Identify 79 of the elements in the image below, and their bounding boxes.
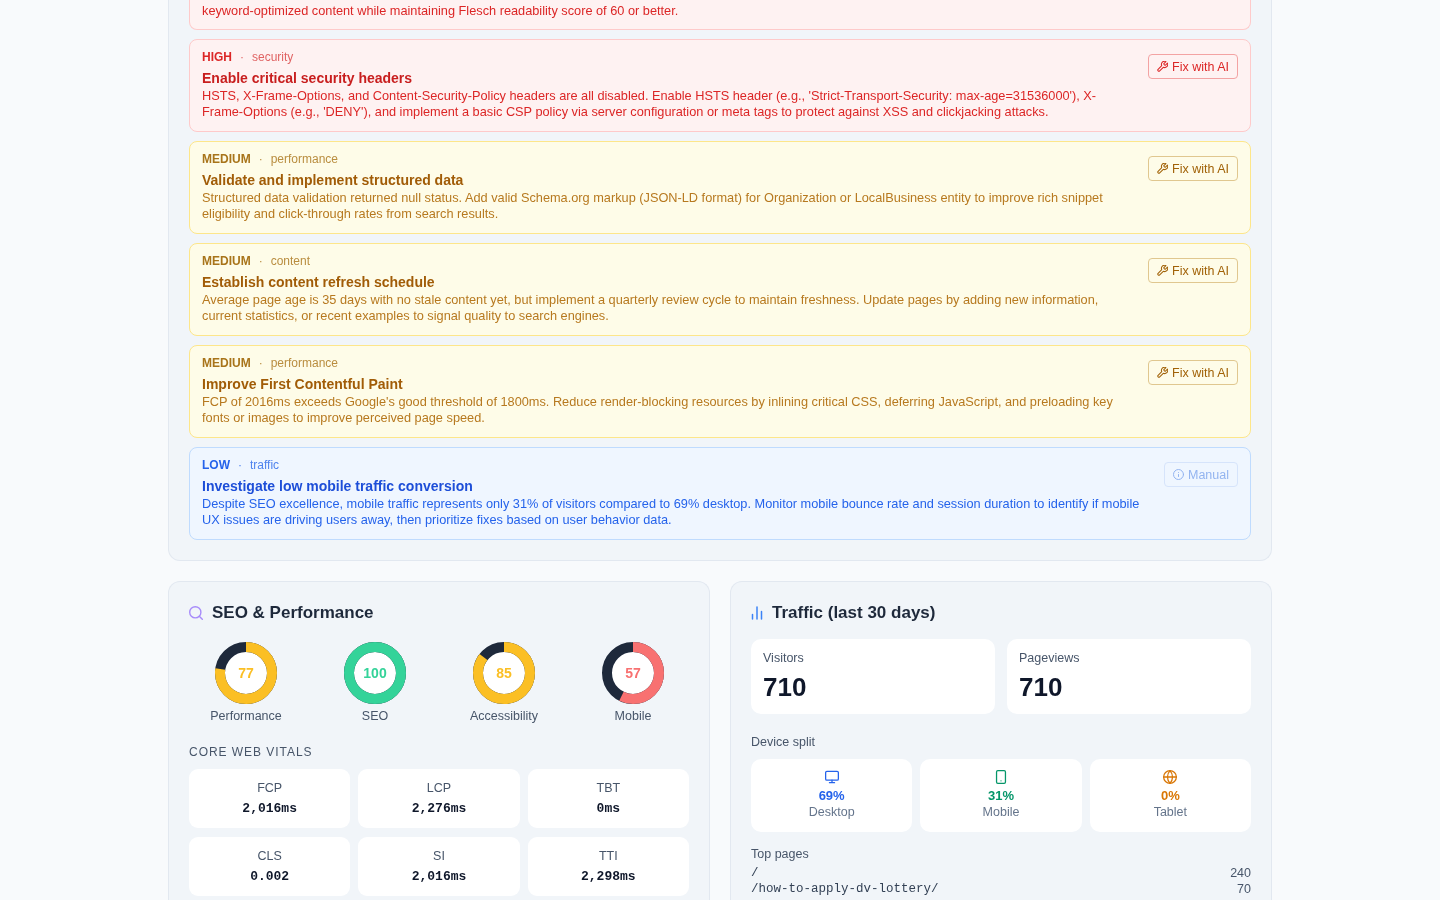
score-label: Mobile [614, 708, 652, 724]
separator-dot: · [240, 49, 244, 65]
device-label: Tablet [1153, 804, 1187, 820]
vital-label: CLS [256, 848, 283, 864]
category-label: security [252, 49, 294, 65]
device-label: Mobile [982, 804, 1020, 820]
vital-value: 2,298ms [580, 868, 637, 886]
score-value: 77 [238, 665, 254, 681]
wrench-icon [1157, 265, 1169, 276]
category-label: content [270, 253, 311, 269]
section-label: CORE WEB VITALS [189, 744, 314, 760]
vital-value: 2,016ms [410, 868, 468, 886]
fix-with-ai-button[interactable]: Fix with AI [1148, 258, 1238, 283]
issue-title: Validate and implement structured data [202, 171, 465, 190]
severity-label: MEDIUM [202, 253, 251, 269]
wrench-icon [1157, 163, 1169, 174]
search-icon [189, 606, 203, 620]
section-label: Device split [751, 734, 816, 750]
severity-label: MEDIUM [202, 355, 251, 371]
severity-label: MEDIUM [202, 151, 251, 167]
score-value: 100 [363, 665, 387, 681]
score-label: SEO [361, 708, 389, 724]
severity-label: HIGH [202, 49, 232, 65]
vital-value: 0ms [595, 800, 621, 818]
info-icon [1173, 469, 1184, 480]
section-label: Top pages [751, 846, 810, 862]
score-value: 57 [625, 665, 641, 681]
vital-label: LCP [425, 780, 453, 796]
issue-description: HSTS, X-Frame-Options, and Content-Security-Policy headers are all disabled. Enable HSTS header (e.g., 'Strict-Transport-Security: max-age=31536000'), X-Frame-Options (e.g., 'DENY'), and implement a basic CSP policy via server configuration or meta tags to protect against XSS and clickjacking attacks. [202, 88, 1098, 120]
stat-value: 710 [1019, 671, 1064, 703]
wrench-icon [1157, 61, 1169, 72]
page-path: /how-to-apply-dv-lottery/ [751, 881, 939, 897]
issue-title: Investigate low mobile traffic conversion [202, 477, 474, 496]
fix-with-ai-button[interactable]: Fix with AI [1148, 360, 1238, 385]
issue-description: FCP of 2016ms exceeds Google's good threshold of 1800ms. Reduce render-blocking resources by inlining critical CSS, deferring JavaScript, and preloading key fonts or images to improve perceived page speed. [202, 394, 1114, 426]
page-path: / [751, 865, 759, 881]
issue-description: keyword-optimized content while maintaining Flesch readability score of 60 or better. [202, 3, 680, 19]
device-label: Desktop [808, 804, 855, 820]
bar-chart-icon [751, 606, 763, 620]
monitor-icon [824, 770, 839, 784]
panel-title: Traffic (last 30 days) [772, 602, 936, 624]
fix-with-ai-button[interactable]: Fix with AI [1148, 54, 1238, 79]
vital-label: FCP [256, 780, 284, 796]
panel-title: SEO & Performance [212, 602, 374, 624]
separator-dot: · [258, 151, 263, 167]
vital-value: 0.002 [249, 868, 291, 886]
score-label: Accessibility [469, 708, 539, 724]
separator-dot: · [258, 355, 263, 371]
separator-dot: · [258, 253, 263, 269]
severity-label: LOW [202, 457, 230, 473]
device-share: 69% [818, 788, 845, 804]
page-views: 240 [1230, 865, 1251, 881]
issue-title: Establish content refresh schedule [202, 273, 436, 292]
category-label: traffic [250, 457, 280, 473]
stat-label: Pageviews [1019, 650, 1081, 666]
issue-description: Structured data validation returned null status. Add valid Schema.org markup (JSON-LD format) for Organization or LocalBusiness entity to improve rich snippet eligibility and click-through rates from search results. [202, 190, 1104, 222]
fix-with-ai-button[interactable]: Fix with AI [1148, 156, 1238, 181]
device-share: 0% [1160, 788, 1180, 804]
page-views: 70 [1237, 881, 1251, 897]
score-value: 85 [496, 665, 512, 681]
stat-label: Visitors [763, 650, 805, 666]
vital-label: TTI [597, 848, 619, 864]
vital-label: SI [432, 848, 446, 864]
separator-dot: · [238, 457, 242, 473]
phone-icon [994, 770, 1008, 784]
category-label: performance [270, 151, 339, 167]
wrench-icon [1157, 367, 1169, 378]
category-label: performance [270, 355, 339, 371]
score-label: Performance [210, 708, 282, 724]
globe-icon [1163, 770, 1178, 784]
device-share: 31% [987, 788, 1014, 804]
stat-value: 710 [763, 671, 808, 703]
issue-title: Enable critical security headers [202, 69, 414, 88]
issue-description: Despite SEO excellence, mobile traffic represents only 31% of visitors compared to 69% desktop. Monitor mobile bounce rate and session duration to identify if mobile UX issues are driving users away, then prioritize fixes based on user behavior data. [202, 496, 1141, 528]
vital-value: 2,016ms [241, 800, 298, 818]
vital-label: TBT [595, 780, 622, 796]
issue-title: Improve First Contentful Paint [202, 375, 404, 394]
vital-value: 2,276ms [410, 800, 468, 818]
issue-description: Average page age is 35 days with no stale content yet, but implement a quarterly review cycle to maintain freshness. Update pages by adding new information, current statistics, or recent examples to signal quality to search engines. [202, 292, 1100, 324]
